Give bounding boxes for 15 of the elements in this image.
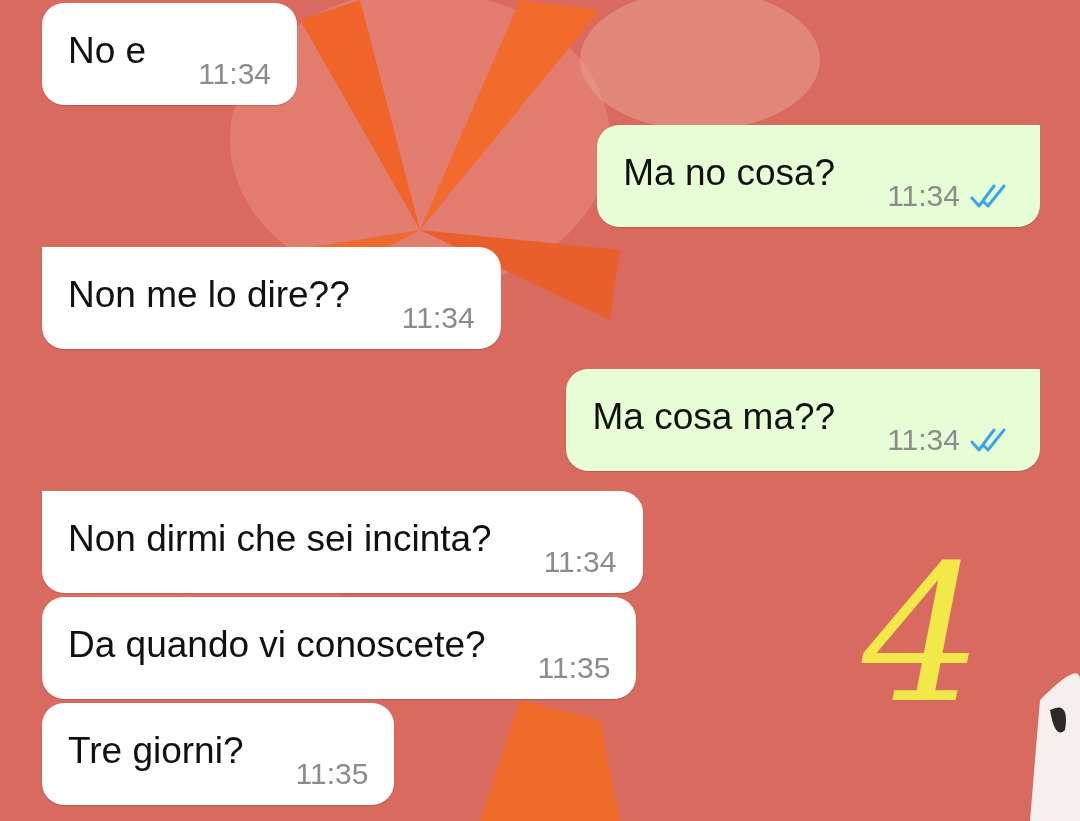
message-time: 11:34 (401, 301, 475, 335)
message-time: 11:34 (887, 179, 960, 213)
message-text: Da quando vi conoscete? (68, 623, 486, 667)
message-text: Non dirmi che sei incinta? (68, 517, 492, 561)
message-text: Ma cosa ma?? (592, 395, 836, 439)
message-text: Tre giorni? (68, 729, 244, 773)
message-time: 11:35 (295, 757, 369, 791)
message-text: No e (68, 29, 147, 73)
message-text: Ma no cosa? (623, 151, 836, 195)
message-text: Non me lo dire?? (68, 273, 350, 317)
message-time: 11:34 (198, 57, 271, 91)
message-time: 11:34 (543, 545, 617, 579)
message-time: 11:35 (537, 651, 611, 685)
message-time: 11:34 (887, 423, 960, 457)
handwritten-annotation: 4 (862, 540, 983, 730)
